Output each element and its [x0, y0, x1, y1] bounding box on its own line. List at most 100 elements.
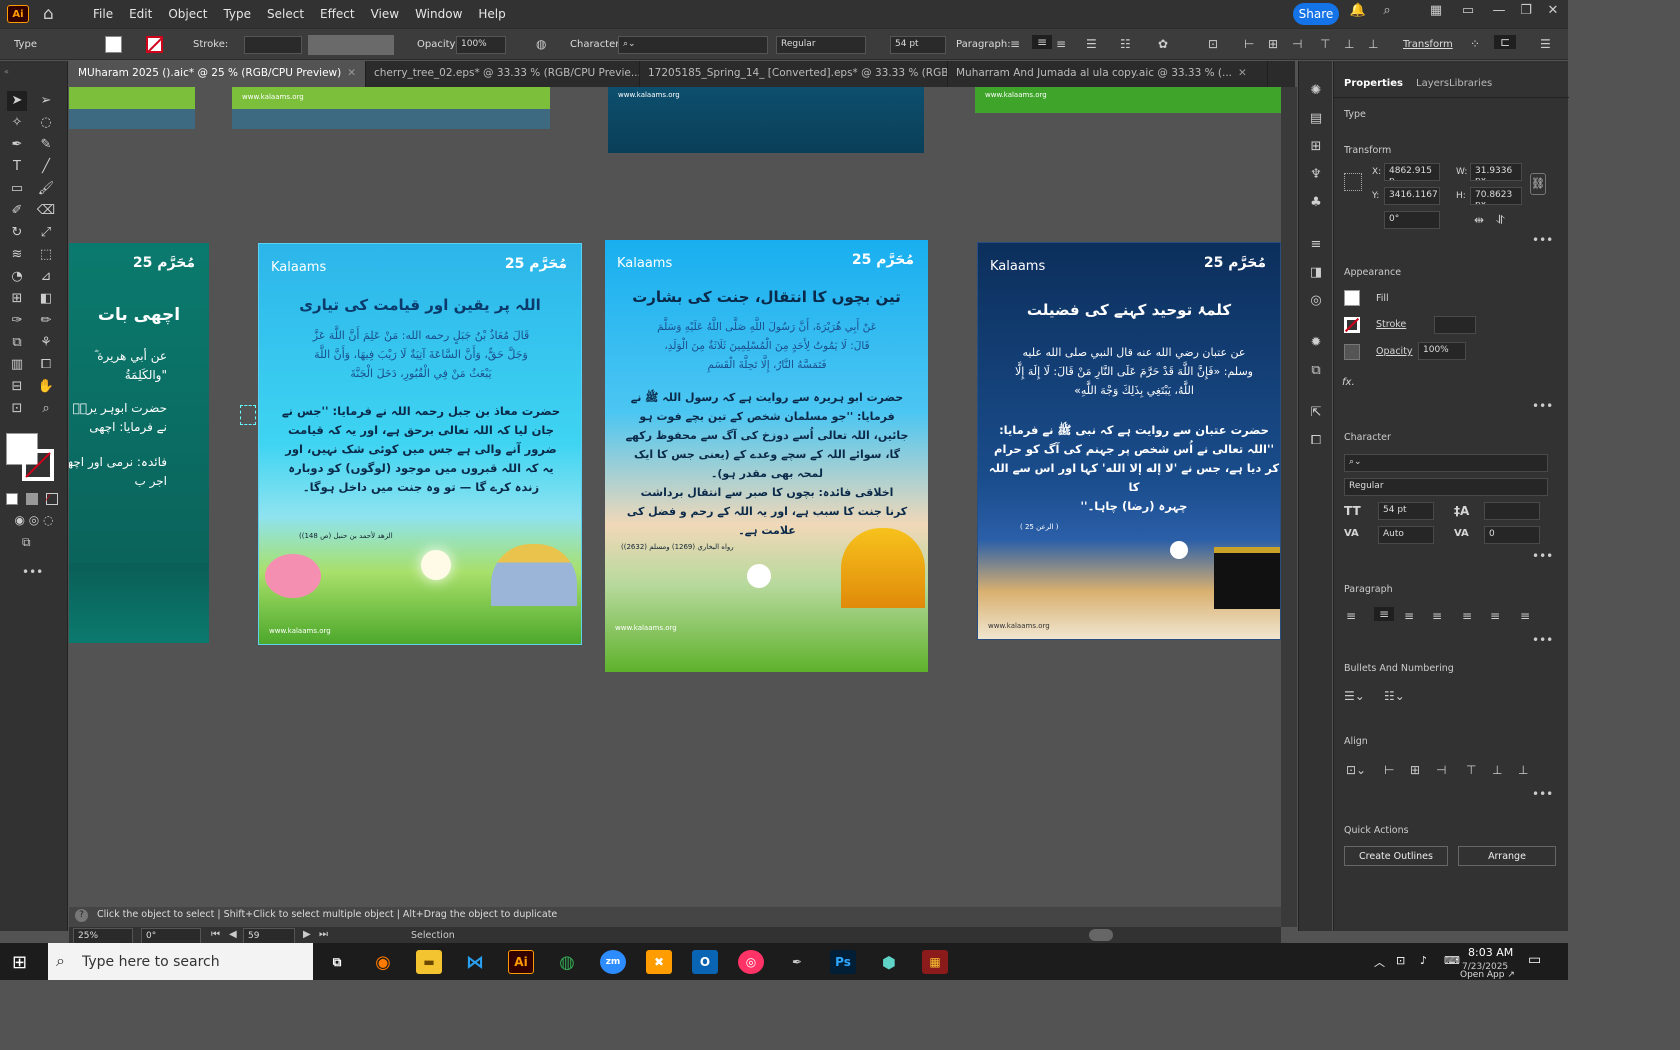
- isolate-icon[interactable]: ⁘: [1470, 37, 1480, 51]
- creative-cloud-icon[interactable]: ◎: [738, 950, 764, 974]
- zoom-select[interactable]: 25%: [73, 928, 133, 944]
- justify-right-icon[interactable]: ≡: [1490, 609, 1500, 623]
- menu-object[interactable]: Object: [160, 7, 215, 21]
- panel-leading-empty[interactable]: [1484, 502, 1540, 520]
- outlook-icon[interactable]: O: [692, 950, 718, 974]
- align-center-icon[interactable]: ≡: [1032, 35, 1052, 49]
- panel-font-family[interactable]: ⌕⌄: [1344, 454, 1548, 472]
- warp-tool-icon[interactable]: ≋: [7, 245, 27, 265]
- close-tab-icon[interactable]: ✕: [1238, 67, 1247, 87]
- tray-volume-icon[interactable]: ♪: [1420, 954, 1427, 967]
- tray-chevron-icon[interactable]: ︿: [1374, 954, 1385, 970]
- paragraph-more-icon[interactable]: •••: [1532, 633, 1553, 647]
- artboard-number-input[interactable]: 59: [243, 928, 295, 944]
- export-icon[interactable]: ⇱: [1306, 403, 1326, 423]
- taskbar-search-box[interactable]: ⌕ Type here to search: [48, 943, 313, 980]
- para-align-left-icon[interactable]: ≡: [1346, 609, 1356, 623]
- scale-tool-icon[interactable]: ⤢: [36, 223, 56, 243]
- flip-vertical-icon[interactable]: ⥯: [1496, 213, 1505, 228]
- magic-wand-tool-icon[interactable]: ✧: [7, 113, 27, 133]
- stroke-panel-icon[interactable]: ≡: [1306, 235, 1326, 255]
- align-more-icon[interactable]: •••: [1532, 787, 1553, 801]
- puppet-icon[interactable]: ♆: [1306, 165, 1326, 185]
- previous-artboard-icon[interactable]: ◀: [229, 929, 237, 940]
- rotation-select[interactable]: 0°: [141, 928, 201, 944]
- width-input[interactable]: 31.9336 px: [1470, 163, 1522, 181]
- task-view-icon[interactable]: ⧉: [324, 950, 350, 974]
- numbering-icon[interactable]: ☷: [1120, 37, 1131, 51]
- illustrator-icon[interactable]: Ai: [508, 950, 534, 974]
- stroke-swatch[interactable]: [146, 36, 163, 53]
- artboard-kalima-tawheed[interactable]: Kalaams مُحَرَّم 25 کلمۂ توحید کہنے کی ف…: [977, 242, 1281, 640]
- winrar-icon[interactable]: ▦: [922, 950, 948, 974]
- gradient-panel-icon[interactable]: ◨: [1306, 263, 1326, 283]
- rectangle-tool-icon[interactable]: ▭: [7, 179, 27, 199]
- firefox-icon[interactable]: ◉: [370, 950, 396, 974]
- artboard-canvas[interactable]: www.kalaams.org www.kalaams.org www.kala…: [69, 87, 1281, 907]
- panel-options-icon[interactable]: ⊏: [1494, 35, 1516, 49]
- tab-spring-14[interactable]: 17205185_Spring_14_ [Converted].eps* @ 3…: [640, 61, 948, 87]
- zoom-app-icon[interactable]: zm: [600, 950, 626, 974]
- app-logo[interactable]: Ai: [7, 5, 29, 23]
- eraser-tool-icon[interactable]: ⌫: [36, 201, 56, 221]
- tab-muharram-jumada[interactable]: Muharram And Jumada al ula copy.aic @ 33…: [948, 61, 1268, 87]
- zoom-tool-icon[interactable]: ⌕: [36, 399, 56, 419]
- appearance-more-icon[interactable]: •••: [1532, 399, 1553, 413]
- stroke-link[interactable]: Stroke: [1376, 319, 1406, 330]
- character-more-icon[interactable]: •••: [1532, 549, 1553, 563]
- paintbrush-tool-icon[interactable]: 🖌: [36, 179, 56, 199]
- artboard-partial[interactable]: www.kalaams.org: [232, 87, 550, 129]
- notifications-icon[interactable]: ▭: [1528, 952, 1541, 968]
- y-input[interactable]: 3416.1167: [1384, 187, 1440, 205]
- vscode-icon[interactable]: ⋈: [462, 950, 488, 974]
- panel-align-vcenter-icon[interactable]: ⊥: [1492, 763, 1502, 777]
- column-graph-tool-icon[interactable]: ▥: [7, 355, 27, 375]
- panel-tracking[interactable]: 0: [1484, 526, 1540, 544]
- justify-center-icon[interactable]: ≡: [1462, 609, 1472, 623]
- stroke-color-box[interactable]: [22, 449, 54, 481]
- fx-icon[interactable]: fx.: [1342, 377, 1355, 388]
- file-explorer-icon[interactable]: ▬: [416, 950, 442, 974]
- justify-left-icon[interactable]: ≡: [1432, 609, 1442, 623]
- eyedropper-tool-icon[interactable]: ✑: [7, 311, 27, 331]
- rotate-input[interactable]: 0°: [1384, 211, 1440, 229]
- tab-layers[interactable]: Layers: [1416, 78, 1449, 89]
- edit-toolbar-icon[interactable]: •••: [22, 565, 43, 579]
- mesh-tool-icon[interactable]: ⊞: [7, 289, 27, 309]
- appearance-stroke-swatch[interactable]: [1344, 317, 1360, 333]
- align-vertical-bottom-icon[interactable]: ⊥: [1368, 37, 1378, 51]
- layers-icon[interactable]: ⊞: [1306, 137, 1326, 157]
- artboards-panel-icon[interactable]: ⧠: [1306, 431, 1326, 451]
- vertical-scrollbar[interactable]: [1281, 87, 1297, 927]
- bell-icon[interactable]: 🔔: [1347, 3, 1369, 23]
- gradient-mode-icon[interactable]: [26, 493, 38, 505]
- panel-font-style[interactable]: Regular: [1344, 478, 1548, 496]
- justify-all-icon[interactable]: ≡: [1520, 609, 1530, 623]
- xampp-icon[interactable]: ✖: [646, 950, 672, 974]
- workspace-icon[interactable]: ▦: [1425, 3, 1447, 23]
- panel-bullets-icon[interactable]: ☰⌄: [1344, 689, 1365, 703]
- para-align-right-icon[interactable]: ≡: [1404, 609, 1414, 623]
- document-info-icon[interactable]: ▤: [1306, 109, 1326, 129]
- share-button[interactable]: Share: [1293, 3, 1339, 25]
- align-horizontal-right-icon[interactable]: ⊣: [1292, 37, 1302, 51]
- create-outlines-button[interactable]: Create Outlines: [1344, 846, 1448, 866]
- screen-mode-icon[interactable]: ⧉: [22, 535, 31, 550]
- control-opacity-input[interactable]: 100%: [456, 36, 506, 54]
- last-artboard-icon[interactable]: ⏭: [319, 929, 328, 940]
- constrain-proportions-icon[interactable]: ⛓: [1530, 173, 1546, 195]
- align-horizontal-left-icon[interactable]: ⊢: [1244, 37, 1254, 51]
- minimize-icon[interactable]: —: [1488, 3, 1510, 23]
- menu-file[interactable]: File: [85, 7, 121, 21]
- panel-font-size[interactable]: 54 pt: [1378, 502, 1434, 520]
- opacity-link[interactable]: Opacity: [1376, 346, 1413, 357]
- selection-tool-icon[interactable]: ➤: [7, 91, 27, 111]
- symbol-sprayer-tool-icon[interactable]: ⚘: [36, 333, 56, 353]
- help-icon[interactable]: ?: [75, 909, 88, 922]
- tab-libraries[interactable]: Libraries: [1449, 78, 1492, 89]
- height-input[interactable]: 70.8623 px: [1470, 187, 1522, 205]
- panel-kerning[interactable]: Auto: [1378, 526, 1434, 544]
- draw-mode-icon[interactable]: ◉ ◎ ◌: [6, 513, 62, 527]
- align-horizontal-center-icon[interactable]: ⊞: [1268, 37, 1278, 51]
- align-to-selection-icon[interactable]: ⊡⌄: [1346, 763, 1366, 777]
